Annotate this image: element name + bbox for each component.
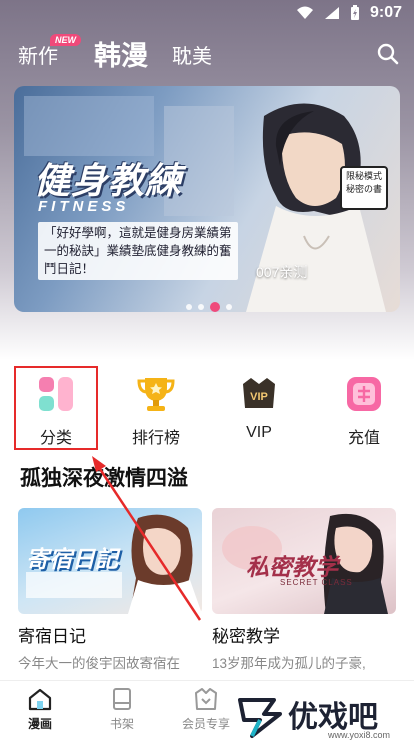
watermark-logo-icon [238, 698, 282, 738]
comic-description: 今年大一的俊宇因故寄宿在 [18, 656, 180, 671]
pagination-dot[interactable] [226, 304, 232, 310]
highlight-box [14, 366, 98, 450]
comic-cover: 私密教学 SECRET CLASS [212, 508, 396, 614]
comic-card[interactable]: 寄宿日記 寄宿日记 今年大一的俊宇因故寄宿在 [18, 508, 202, 671]
cover-title: 寄宿日記 [26, 546, 118, 572]
nav-bookshelf[interactable]: 书架 [92, 687, 152, 732]
site-watermark: 优戏吧 www.yoxi8.com [230, 690, 414, 743]
comic-title: 秘密教学 [212, 627, 280, 646]
banner-stamp: 限秘模式 秘密の書 [340, 166, 388, 210]
banner-description: 「好好學啊，這就是健身房業績第一的秘訣」業績墊底健身教練的奮鬥日記！ [38, 222, 238, 280]
recharge-label: 充值 [347, 430, 380, 447]
wifi-icon [296, 6, 313, 19]
ranking-label: 排行榜 [131, 430, 180, 447]
top-nav: 新作 NEW 韩漫 耽美 [0, 30, 414, 78]
nav-vip-label: 会员专享 [181, 717, 230, 731]
banner-pagination [186, 302, 232, 312]
status-bar: 9:07 [0, 0, 414, 28]
nav-comics-label: 漫画 [27, 717, 52, 731]
banner-caption: 007亲测 [256, 264, 308, 280]
vip-label: VIP [246, 424, 272, 441]
nav-vip[interactable]: 会员专享 [176, 687, 236, 732]
ranking-entry[interactable]: 排行榜 [116, 370, 196, 450]
comic-card[interactable]: 私密教学 SECRET CLASS 秘密教学 13岁那年成为孤儿的子豪, [212, 508, 396, 671]
search-icon[interactable] [376, 42, 400, 66]
cover-title: 私密教学 [246, 555, 338, 580]
bookshelf-icon [113, 688, 131, 710]
tab-bl[interactable]: 耽美 [172, 40, 212, 69]
nav-comics[interactable]: 漫画 [10, 687, 70, 732]
status-time: 9:07 [369, 4, 402, 21]
new-badge: NEW [50, 34, 81, 46]
pagination-dot[interactable] [186, 304, 192, 310]
pagination-dot[interactable] [198, 304, 204, 310]
pagination-dot-active[interactable] [210, 302, 220, 312]
banner-title: 健身教練 [34, 160, 183, 201]
recharge-icon [347, 377, 381, 411]
nav-bookshelf-label: 书架 [109, 717, 134, 731]
vip-icon [195, 688, 217, 710]
trophy-icon [137, 378, 175, 411]
signal-icon [324, 7, 339, 19]
comic-cover: 寄宿日記 [18, 508, 202, 614]
comic-description: 13岁那年成为孤儿的子豪, [212, 656, 366, 671]
banner-subtitle: FITNESS [38, 198, 130, 215]
home-icon [28, 688, 52, 711]
tab-korean-comics[interactable]: 韩漫 [94, 34, 148, 73]
cover-subtitle: SECRET CLASS [280, 578, 353, 587]
comic-title: 寄宿日记 [18, 627, 86, 646]
vip-entry[interactable]: VIP VIP [219, 370, 299, 450]
section-title: 孤独深夜激情四溢 [20, 467, 188, 490]
svg-text:VIP: VIP [250, 391, 268, 403]
vip-crown-icon: VIP [243, 378, 275, 408]
watermark-url: www.yoxi8.com [328, 730, 391, 740]
battery-icon [350, 5, 359, 20]
featured-banner[interactable]: 健身教練 FITNESS 「好好學啊，這就是健身房業績第一的秘訣」業績墊底健身教… [14, 86, 400, 312]
recharge-entry[interactable]: 充值 [324, 370, 404, 450]
